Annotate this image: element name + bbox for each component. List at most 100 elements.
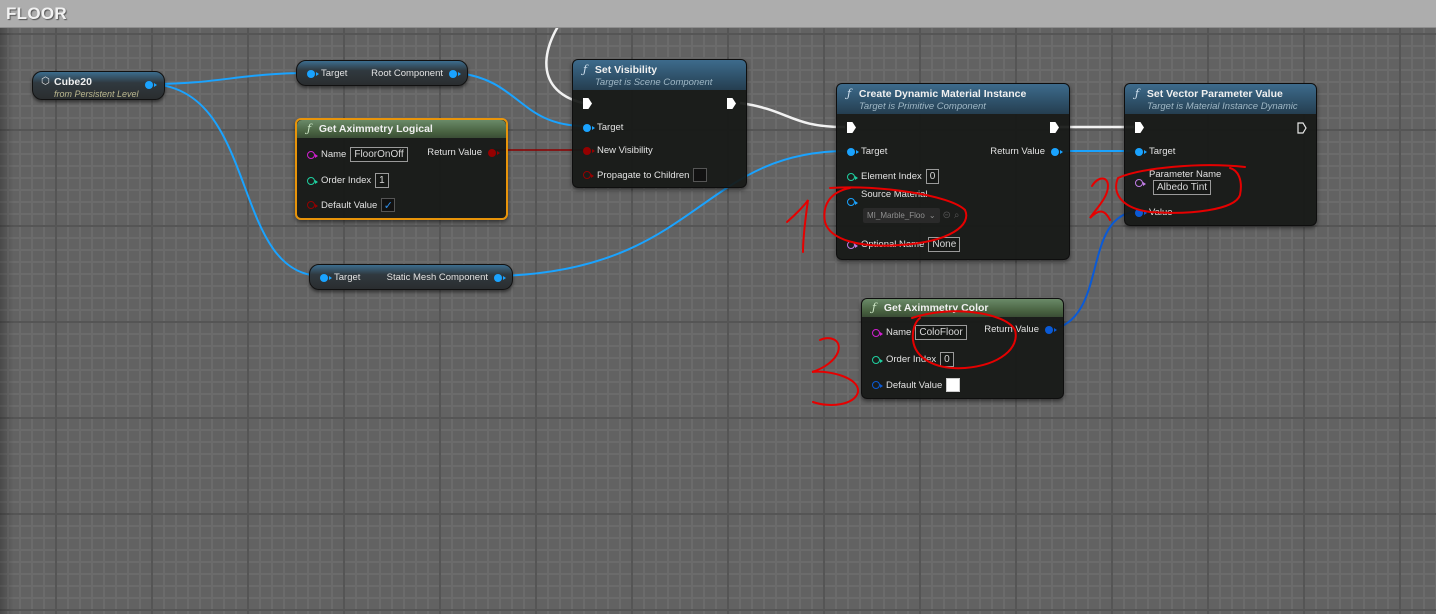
setvis-header: ƒ Set Visibility Target is Scene Compone… xyxy=(573,60,746,90)
function-icon: ƒ xyxy=(1135,87,1140,100)
mesh-target-pin-dot[interactable] xyxy=(320,273,332,282)
root-target-label: Target xyxy=(321,68,348,79)
setvis-title: Set Visibility xyxy=(594,64,658,76)
setvector-value-label: Value xyxy=(1149,207,1173,218)
chevron-down-icon: ⌄ xyxy=(928,211,936,220)
setvector-value-pin[interactable]: Value xyxy=(1135,207,1173,218)
logical-order-label: Order Index xyxy=(321,175,372,186)
logical-default-checkbox[interactable]: ✓ xyxy=(381,198,396,212)
setvector-title: Set Vector Parameter Value xyxy=(1146,88,1283,100)
function-icon: ƒ xyxy=(307,122,312,135)
color-order-pin-dot[interactable] xyxy=(872,355,883,364)
get-static-mesh-component-node[interactable]: Target Static Mesh Component xyxy=(309,264,513,290)
logical-order-pin[interactable]: Order Index 1 xyxy=(307,173,389,188)
function-icon: ƒ xyxy=(847,87,852,100)
static-mesh-output-pin[interactable]: Static Mesh Component xyxy=(387,272,506,283)
root-target-pin-dot[interactable] xyxy=(307,69,319,78)
logical-name-input[interactable]: FloorOnOff xyxy=(350,147,408,162)
color-order-pin[interactable]: Order Index 0 xyxy=(872,352,954,367)
setvector-target-pin[interactable]: Target xyxy=(1135,146,1175,157)
cube20-subtitle: from Persistent Level xyxy=(54,89,139,99)
color-return-pin[interactable]: Return Value xyxy=(984,324,1057,335)
setvis-target-pin-dot[interactable] xyxy=(583,123,595,132)
root-component-output-pin[interactable]: Root Component xyxy=(371,68,461,79)
set-visibility-node[interactable]: ƒ Set Visibility Target is Scene Compone… xyxy=(572,59,747,188)
setvis-exec-in-pin[interactable] xyxy=(583,98,592,109)
dmi-element-index-input[interactable]: 0 xyxy=(925,169,940,184)
dmi-target-label: Target xyxy=(861,146,888,157)
browse-search-icon[interactable]: ⌕ xyxy=(954,210,960,221)
dmi-optional-name-pin-dot[interactable] xyxy=(847,240,858,249)
color-return-label: Return Value xyxy=(984,324,1039,335)
setvis-newvisibility-pin-dot[interactable] xyxy=(583,146,595,155)
dmi-target-pin[interactable]: Target xyxy=(847,146,887,157)
setvector-target-label: Target xyxy=(1149,146,1176,157)
setvis-newvisibility-pin[interactable]: New Visibility xyxy=(583,145,653,156)
set-vector-parameter-value-node[interactable]: ƒ Set Vector Parameter Value Target is M… xyxy=(1124,83,1317,226)
dmi-source-material-dropdown[interactable]: MI_Marble_Floo ⌄ xyxy=(863,208,940,223)
setvector-subtitle: Target is Material Instance Dynamic xyxy=(1147,101,1298,112)
logical-name-pin-dot[interactable] xyxy=(307,150,318,159)
root-component-pin-dot[interactable] xyxy=(449,69,461,78)
color-name-label: Name xyxy=(886,327,912,338)
setvector-header: ƒ Set Vector Parameter Value Target is M… xyxy=(1125,84,1316,114)
color-order-input[interactable]: 0 xyxy=(940,352,954,367)
setvis-target-pin[interactable]: Target xyxy=(583,122,623,133)
setvis-propagate-pin[interactable]: Propagate to Children xyxy=(583,168,708,182)
color-default-pin[interactable]: Default Value xyxy=(872,378,961,392)
logical-default-pin[interactable]: Default Value ✓ xyxy=(307,198,396,212)
logical-return-pin-dot[interactable] xyxy=(488,148,500,157)
color-name-pin[interactable]: Name ColoFloor xyxy=(872,325,967,340)
color-name-pin-dot[interactable] xyxy=(872,328,883,337)
setvector-exec-in-pin[interactable] xyxy=(1135,122,1144,133)
dmi-return-pin-dot[interactable] xyxy=(1051,147,1063,156)
dmi-exec-in-pin[interactable] xyxy=(847,122,856,133)
dmi-optional-name-pin[interactable]: Optional Name None xyxy=(847,237,961,252)
color-default-pin-dot[interactable] xyxy=(872,381,883,389)
setvector-exec-out-pin[interactable] xyxy=(1297,122,1307,134)
dmi-optional-name-input[interactable]: None xyxy=(928,237,961,252)
setvector-param-name-label: Parameter Name xyxy=(1149,169,1222,180)
get-aximmetry-logical-node[interactable]: ƒ Get Aximmetry Logical Name FloorOnOff … xyxy=(295,118,508,220)
cube-icon: ⬡ xyxy=(41,76,50,87)
dmi-element-index-pin-dot[interactable] xyxy=(847,172,858,181)
use-selected-asset-icon[interactable]: ⊝ xyxy=(943,210,951,221)
cube20-actor-node[interactable]: ⬡ Cube20 from Persistent Level xyxy=(32,71,165,100)
setvector-target-pin-dot[interactable] xyxy=(1135,147,1147,156)
color-name-input[interactable]: ColoFloor xyxy=(915,325,967,340)
dmi-optional-name-label: Optional Name xyxy=(861,239,925,250)
get-aximmetry-color-node[interactable]: ƒ Get Aximmetry Color Name ColoFloor Ret… xyxy=(861,298,1064,399)
logical-order-input[interactable]: 1 xyxy=(375,173,389,188)
root-target-pin[interactable]: Target xyxy=(307,68,347,79)
dmi-exec-out-pin[interactable] xyxy=(1050,122,1059,133)
setvis-target-label: Target xyxy=(597,122,624,133)
static-mesh-pin-dot[interactable] xyxy=(494,273,506,282)
logical-name-pin[interactable]: Name FloorOnOff xyxy=(307,147,408,162)
color-default-swatch[interactable] xyxy=(946,378,961,392)
dmi-source-material-pin-dot[interactable] xyxy=(847,197,858,206)
setvis-propagate-checkbox[interactable] xyxy=(693,168,708,182)
dmi-source-material-pin[interactable]: Source Material xyxy=(847,189,928,207)
dmi-return-pin[interactable]: Return Value xyxy=(990,146,1063,157)
dmi-element-index-pin[interactable]: Element Index 0 xyxy=(847,169,940,184)
logical-default-pin-dot[interactable] xyxy=(307,201,318,209)
setvector-value-pin-dot[interactable] xyxy=(1135,208,1147,217)
function-icon: ƒ xyxy=(583,63,588,76)
mesh-target-pin[interactable]: Target xyxy=(320,272,360,283)
color-return-pin-dot[interactable] xyxy=(1045,325,1057,334)
color-order-label: Order Index xyxy=(886,354,937,365)
setvis-propagate-pin-dot[interactable] xyxy=(583,171,594,179)
dmi-target-pin-dot[interactable] xyxy=(847,147,859,156)
get-root-component-node[interactable]: Target Root Component xyxy=(296,60,468,86)
logical-order-pin-dot[interactable] xyxy=(307,176,318,185)
setvector-param-name-pin-dot[interactable] xyxy=(1135,178,1146,187)
dmi-header: ƒ Create Dynamic Material Instance Targe… xyxy=(837,84,1069,114)
create-dynamic-material-instance-node[interactable]: ƒ Create Dynamic Material Instance Targe… xyxy=(836,83,1070,260)
logical-return-pin[interactable]: Return Value xyxy=(427,147,500,158)
setvector-param-name-input[interactable]: Albedo Tint xyxy=(1153,180,1212,195)
cube20-output-pin[interactable] xyxy=(145,81,157,89)
setvis-exec-out-pin[interactable] xyxy=(727,98,736,109)
dmi-element-index-label: Element Index xyxy=(861,171,922,182)
logical-header: ƒ Get Aximmetry Logical xyxy=(297,120,506,138)
dmi-title: Create Dynamic Material Instance xyxy=(858,88,1027,100)
